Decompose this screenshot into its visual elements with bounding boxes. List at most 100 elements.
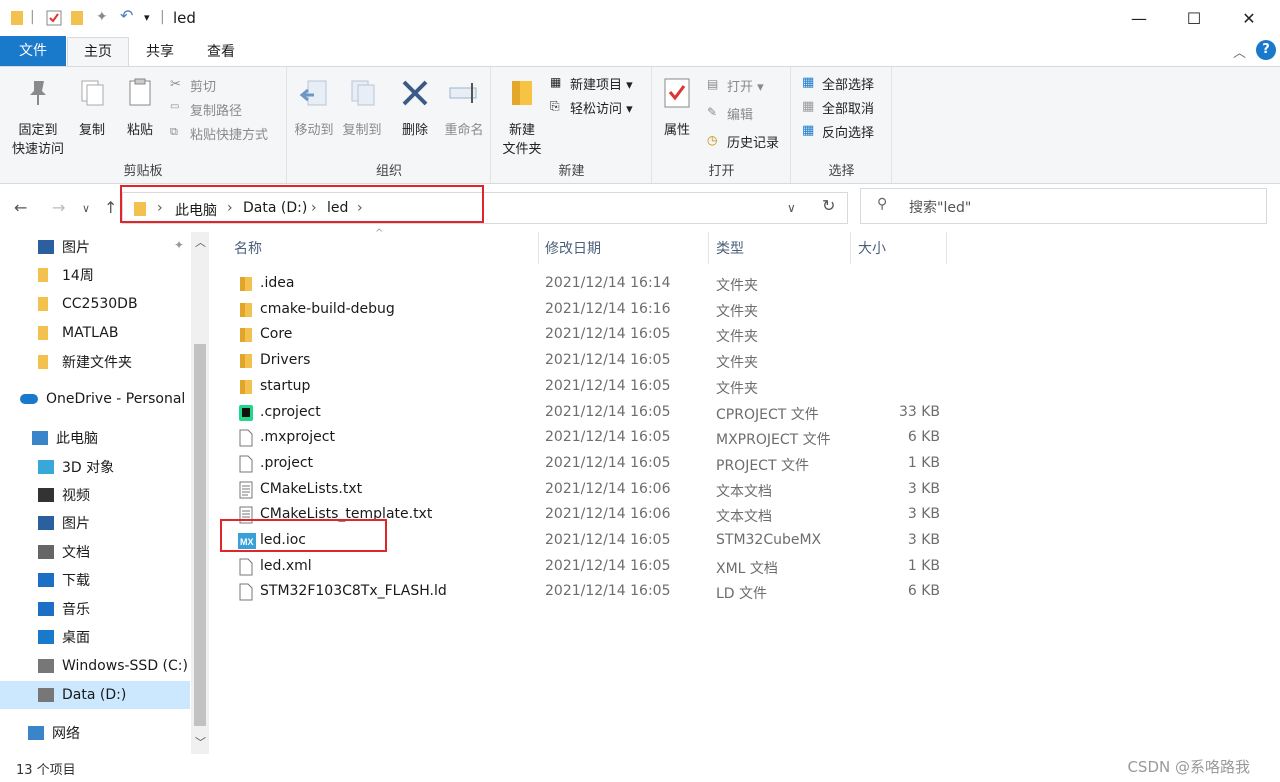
column-header-name[interactable]: 名称 [234,238,262,258]
collapse-ribbon-icon[interactable]: ︿ [1233,42,1246,61]
cut-button[interactable]: ✂ 剪切 [170,75,216,95]
nav-item-8[interactable]: 3D 对象 [0,453,190,481]
nav-item-6[interactable]: OneDrive - Personal [0,385,190,413]
back-arrow-icon[interactable]: ← [14,198,27,217]
file-icon [239,455,253,473]
recent-locations-chevron-icon[interactable]: ∨ [82,202,90,215]
file-size: 3 KB [907,480,940,497]
copy-button[interactable]: 复制 [72,77,112,138]
move-to-icon [299,80,327,106]
copy-to-button[interactable]: 复制到 [338,77,386,138]
file-row[interactable]: Drivers 2021/12/14 16:05 文件夹 [222,349,1262,374]
delete-button[interactable]: 删除 [394,77,436,138]
file-row[interactable]: .idea 2021/12/14 16:14 文件夹 [222,272,1262,297]
easy-access-button[interactable]: ⎘ 轻松访问 ▾ [550,97,633,117]
folder-icon [38,268,48,282]
file-row[interactable]: led.xml 2021/12/14 16:05 XML 文档 1 KB [222,555,1262,580]
nav-item-16[interactable]: Data (D:) [0,681,190,709]
tab-file[interactable]: 文件 [0,36,66,66]
nav-scrollbar[interactable]: ︿ ﹀ [191,232,209,754]
scroll-down-icon[interactable]: ﹀ [195,734,206,750]
nav-item-4[interactable]: MATLAB [0,319,190,347]
properties-button[interactable]: 属性 [657,77,697,138]
folder-icon [38,355,48,369]
nav-item-13[interactable]: 音乐 [0,595,190,623]
scroll-up-icon[interactable]: ︿ [195,234,206,250]
open-button[interactable]: ▤ 打开 ▾ [707,75,764,95]
new-folder-button[interactable]: 新建 文件夹 [496,77,548,157]
tab-share[interactable]: 共享 [136,38,184,66]
nav-item-10[interactable]: 图片 [0,509,190,537]
column-header-size[interactable]: 大小 [858,238,886,258]
nav-item-5[interactable]: 新建文件夹 [0,348,190,376]
undo-icon[interactable]: ↶ [120,6,133,25]
file-row[interactable]: CMakeLists.txt 2021/12/14 16:06 文本文档 3 KB [222,478,1262,503]
paste-shortcut-icon: ⧉ [170,125,178,138]
new-folder-icon [512,81,532,105]
nav-item-2[interactable]: 14周 [0,261,190,289]
nav-item-label: 文档 [62,545,90,561]
copy-path-button[interactable]: ▭ 复制路径 [170,99,242,119]
up-arrow-icon[interactable]: ↑ [104,198,117,217]
move-to-button[interactable]: 移动到 [290,77,338,138]
nav-item-17[interactable]: 网络 [0,719,190,747]
nav-item-9[interactable]: 视频 [0,481,190,509]
file-size: 3 KB [907,532,940,548]
folder-icon [240,379,252,394]
nav-item-label: 网络 [52,726,80,742]
nav-item-label: 图片 [62,240,90,256]
paste-button[interactable]: 粘贴 [120,77,160,138]
column-header-date[interactable]: 修改日期 [545,238,601,258]
nav-item-11[interactable]: 文档 [0,538,190,566]
file-row[interactable]: .project 2021/12/14 16:05 PROJECT 文件 1 KB [222,452,1262,477]
refresh-icon[interactable]: ↻ [822,196,835,215]
pin-quick-access-button[interactable]: 固定到 快速访问 [6,77,70,157]
select-none-button[interactable]: ▦ 全部取消 [802,97,874,117]
paste-shortcut-button[interactable]: ⧉ 粘贴快捷方式 [170,123,268,143]
organize-group: 移动到 复制到 删除 重命名 组织 [288,67,491,183]
nav-item-label: 新建文件夹 [62,355,132,371]
nav-item-15[interactable]: Windows-SSD (C:) [0,652,190,680]
nav-item-label: MATLAB [62,325,119,341]
scrollbar-thumb[interactable] [194,344,206,726]
minimize-button[interactable]: — [1116,0,1162,36]
new-group-label: 新建 [558,164,585,179]
nav-item-label: 图片 [62,516,90,532]
column-header-type[interactable]: 类型 [716,238,744,258]
maximize-button[interactable]: ☐ [1171,0,1217,36]
folder-icon [240,302,252,317]
select-all-button[interactable]: ▦ 全部选择 [802,73,874,93]
tab-view[interactable]: 查看 [197,38,245,66]
nav-item-12[interactable]: 下载 [0,566,190,594]
file-date: 2021/12/14 16:05 [545,377,671,394]
file-row[interactable]: cmake-build-debug 2021/12/14 16:16 文件夹 [222,298,1262,323]
invert-selection-button[interactable]: ▦ 反向选择 [802,121,874,141]
nav-item-3[interactable]: CC2530DB [0,290,190,318]
new-folder-icon[interactable] [70,9,84,27]
file-type: 文件夹 [716,329,758,346]
file-row[interactable]: .cproject 2021/12/14 16:05 CPROJECT 文件 33 K… [222,401,1262,426]
file-row[interactable]: .mxproject 2021/12/14 16:05 MXPROJECT 文件 6 … [222,426,1262,451]
forward-arrow-icon[interactable]: → [52,198,65,217]
history-button[interactable]: ◷ 历史记录 [707,131,779,151]
tab-home[interactable]: 主页 [67,37,129,66]
new-item-button[interactable]: ▦ 新建项目 ▾ [550,73,633,93]
rename-button[interactable]: 重命名 [438,77,490,138]
help-icon[interactable]: ? [1256,40,1276,60]
select-group: ▦ 全部选择 ▦ 全部取消 ▦ 反向选择 选择 [792,67,892,183]
file-row[interactable]: STM32F103C8Tx_FLASH.ld 2021/12/14 16:05 LD… [222,580,1262,605]
properties-check-icon[interactable] [46,9,62,27]
customize-dropdown-icon[interactable]: ▾ [144,11,150,29]
address-dropdown-icon[interactable]: ∨ [787,201,796,215]
nav-item-7[interactable]: 此电脑 [0,424,190,452]
file-date: 2021/12/14 16:05 [545,352,671,369]
file-row[interactable]: startup 2021/12/14 16:05 文件夹 [222,375,1262,400]
nav-item-1[interactable]: 图片 [0,233,190,261]
nav-item-14[interactable]: 桌面 [0,623,190,651]
pin-icon[interactable]: ✦ [96,9,108,27]
edit-button[interactable]: ✎ 编辑 [707,103,753,123]
close-button[interactable]: ✕ [1226,0,1272,36]
navigation-pane: 图片 14周 CC2530DB MATLAB 新建文件夹 OneDrive - Perso… [0,232,210,754]
search-input[interactable]: ⚲ 搜索"led" [860,188,1267,224]
file-row[interactable]: Core 2021/12/14 16:05 文件夹 [222,323,1262,348]
